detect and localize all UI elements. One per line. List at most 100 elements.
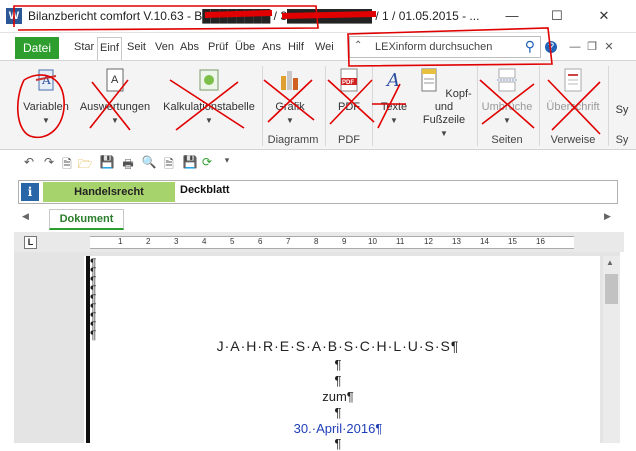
window-title: Bilanzbericht comfort V.10.63 - B███████… xyxy=(28,9,480,23)
tab-einfuegen[interactable]: Einf xyxy=(97,37,122,60)
ruler-number: 2 xyxy=(146,237,151,246)
ruler-number: 7 xyxy=(286,237,291,246)
print-icon[interactable]: 🖶 xyxy=(119,155,137,171)
ruler-number: 5 xyxy=(230,237,235,246)
ruler[interactable]: 1 2 3 4 5 6 7 8 9 10 11 12 13 14 15 16 xyxy=(90,236,574,249)
variablen-label: Variablen xyxy=(23,101,69,113)
ruler-number: 6 xyxy=(258,237,263,246)
header-footer-icon xyxy=(421,68,437,92)
refresh-icon[interactable]: ⟳ xyxy=(198,155,216,171)
umbrueche-label: Umbrüche xyxy=(481,101,533,113)
kopf-fusszeile-button[interactable]: Kopf- und Fußzeile ▼ xyxy=(415,66,473,140)
help-icon[interactable]: ? xyxy=(545,41,557,53)
paragraph-mark: ¶ xyxy=(334,405,342,420)
text-icon: A xyxy=(385,70,400,91)
ribbon-separator xyxy=(325,66,326,146)
customize-toolbar-icon[interactable]: ▾ xyxy=(218,155,236,171)
variables-icon: A xyxy=(35,69,57,91)
paragraph-mark: ¶ xyxy=(90,328,97,342)
ruler-number: 12 xyxy=(424,237,433,246)
tab-pruefen[interactable]: Prüf xyxy=(208,41,228,53)
scroll-up-icon[interactable]: ▲ xyxy=(606,258,614,267)
group-verweise: Verweise xyxy=(550,134,596,146)
auswertungen-button[interactable]: A Auswertungen ▼ xyxy=(76,66,154,127)
ruler-number: 3 xyxy=(174,237,179,246)
export-icon[interactable]: 🗎 xyxy=(160,155,178,171)
tab-scroll-left-icon[interactable]: ◀ xyxy=(22,211,29,222)
tab-file[interactable]: Datei xyxy=(15,37,59,59)
ribbon-separator xyxy=(477,66,478,146)
tab-dokument[interactable]: Dokument xyxy=(49,209,124,230)
app-icon[interactable]: W xyxy=(6,8,22,24)
ruler-number: 16 xyxy=(536,237,545,246)
minimize-button[interactable]: — xyxy=(504,8,520,24)
group-pdf: PDF xyxy=(338,134,360,146)
auswertungen-label: Auswertungen xyxy=(79,101,151,113)
texte-label: Texte xyxy=(380,101,408,113)
info-icon[interactable]: i xyxy=(21,183,39,201)
ribbon-minimize-icon[interactable]: — xyxy=(569,41,581,53)
ruler-number: 10 xyxy=(368,237,377,246)
undo-icon[interactable]: ↶ xyxy=(20,155,38,171)
chevron-down-icon: ▼ xyxy=(503,116,511,125)
ruler-number: 9 xyxy=(342,237,347,246)
close-button[interactable]: ✕ xyxy=(596,8,612,24)
tab-start[interactable]: Star xyxy=(74,41,94,53)
chevron-down-icon: ▼ xyxy=(205,116,213,125)
tab-ansicht[interactable]: Ans xyxy=(262,41,281,53)
search-input[interactable]: LEXinform durchsuchen xyxy=(375,41,492,53)
group-sy: Sy xyxy=(615,134,629,146)
tab-scroll-right-icon[interactable]: ▶ xyxy=(604,211,611,222)
save-icon[interactable]: 💾 xyxy=(98,155,116,171)
tab-stop-selector[interactable]: L xyxy=(24,236,37,249)
category-label[interactable]: Handelsrecht xyxy=(43,182,175,202)
scrollbar-thumb[interactable] xyxy=(605,274,618,304)
open-folder-icon[interactable]: 🗁 xyxy=(76,155,94,171)
kalkulationstabelle-button[interactable]: Kalkulationstabelle ▼ xyxy=(158,66,260,127)
maximize-button[interactable]: ☐ xyxy=(549,8,565,24)
chevron-down-icon: ▼ xyxy=(111,116,119,125)
collapse-ribbon-icon[interactable]: ⌃ xyxy=(354,40,362,51)
tab-hilfe[interactable]: Hilf xyxy=(288,41,304,53)
ueberschrift-label: Überschrift xyxy=(546,101,600,113)
new-document-icon[interactable]: 🗎 xyxy=(58,155,76,171)
group-diagramm: Diagramm xyxy=(267,134,319,146)
ruler-number: 13 xyxy=(452,237,461,246)
svg-text:A: A xyxy=(111,74,119,86)
umbrueche-button[interactable]: Umbrüche ▼ xyxy=(479,66,535,127)
tab-seite[interactable]: Seit xyxy=(127,41,146,53)
heading-icon xyxy=(564,68,582,92)
tab-ueberarbeiten[interactable]: Übe xyxy=(235,41,255,53)
tab-weitere[interactable]: Wei xyxy=(315,41,334,53)
tab-absatz[interactable]: Abs xyxy=(180,41,199,53)
texte-button[interactable]: A Texte ▼ xyxy=(375,66,413,127)
kalkulation-label: Kalkulationstabelle xyxy=(163,101,255,113)
chevron-down-icon: ▼ xyxy=(286,116,294,125)
section-label: Deckblatt xyxy=(180,184,230,196)
paragraph-mark: ¶ xyxy=(334,373,342,388)
pdf-icon: PDF xyxy=(340,68,358,92)
group-seiten: Seiten xyxy=(491,134,523,146)
spreadsheet-icon xyxy=(199,69,219,91)
print-preview-icon[interactable]: 🔍 xyxy=(140,155,158,171)
svg-text:PDF: PDF xyxy=(342,80,354,86)
ueberschrift-button[interactable]: Überschrift xyxy=(542,66,604,114)
search-icon[interactable]: ⚲ xyxy=(525,38,535,55)
reports-icon: A xyxy=(106,68,124,92)
svg-text:A: A xyxy=(41,73,51,87)
search-box[interactable]: ⌃ LEXinform durchsuchen ⚲ xyxy=(349,36,541,58)
close-doc-icon[interactable]: ✕ xyxy=(603,41,615,53)
sy-button[interactable]: Sy xyxy=(612,104,632,117)
grafik-button[interactable]: Grafik ▼ xyxy=(265,66,315,127)
svg-text:A: A xyxy=(385,70,400,91)
grafik-label: Grafik xyxy=(275,101,305,113)
restore-doc-icon[interactable]: ❐ xyxy=(586,41,598,53)
redo-icon[interactable]: ↷ xyxy=(40,155,58,171)
variablen-button[interactable]: A Variablen ▼ xyxy=(20,66,72,127)
save-all-icon[interactable]: 💾 xyxy=(181,155,199,171)
tab-verweise[interactable]: Ven xyxy=(155,41,174,53)
chevron-down-icon: ▼ xyxy=(390,116,398,125)
pdf-button[interactable]: PDF PDF xyxy=(329,66,369,114)
paragraph-mark: ¶ xyxy=(334,436,342,451)
quick-access-toolbar xyxy=(0,151,636,175)
